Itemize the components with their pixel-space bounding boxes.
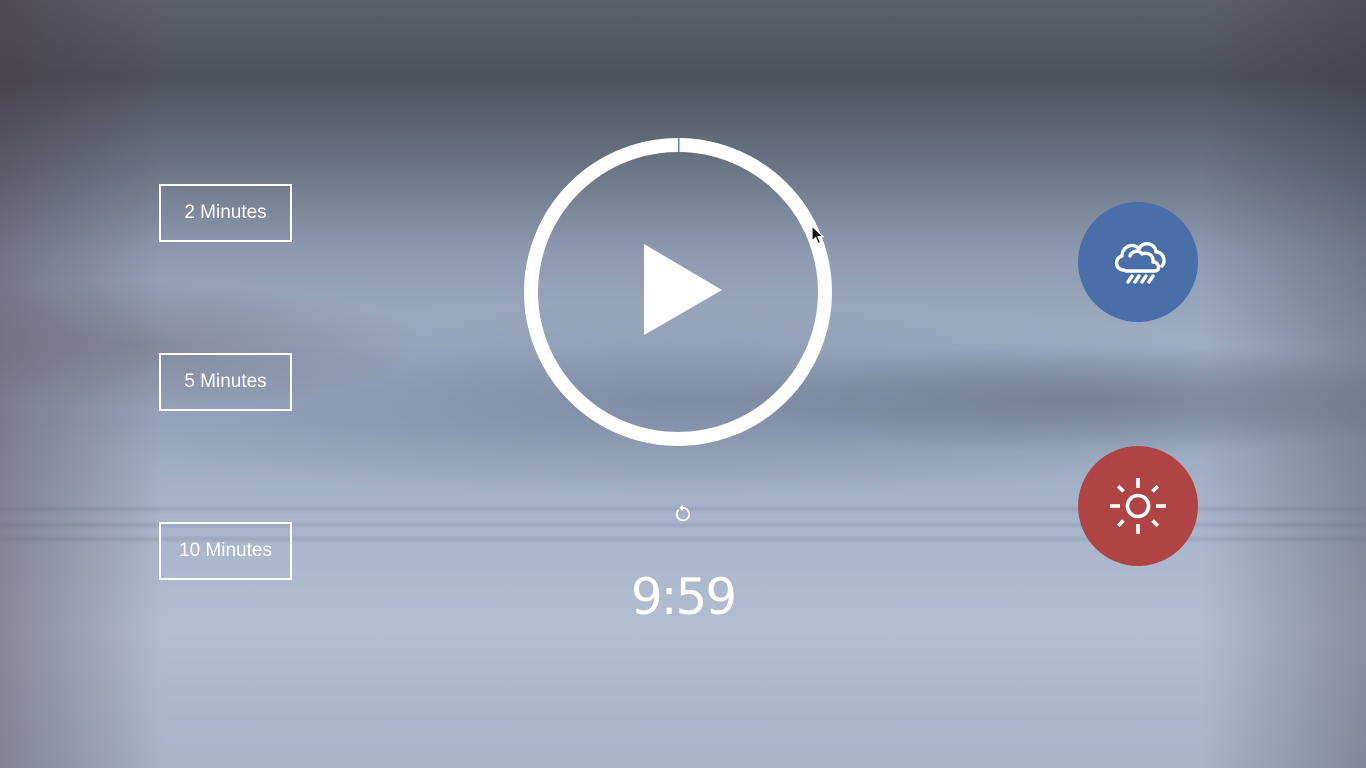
- cloud-rain-icon: [1114, 242, 1166, 284]
- preset-5-minutes-button[interactable]: 5 Minutes: [159, 353, 292, 411]
- sun-icon: [1110, 478, 1166, 534]
- reset-button[interactable]: [671, 502, 695, 526]
- preset-2-minutes-button[interactable]: 2 Minutes: [159, 184, 292, 242]
- play-pause-button[interactable]: [524, 138, 832, 446]
- sun-sound-button[interactable]: [1078, 446, 1198, 566]
- preset-10-minutes-button[interactable]: 10 Minutes: [159, 522, 292, 580]
- timer-display: 9:59: [630, 568, 737, 626]
- rain-sound-button[interactable]: [1078, 202, 1198, 322]
- play-icon: [644, 244, 722, 335]
- reset-icon: [675, 504, 691, 522]
- timer-ring: [524, 138, 832, 446]
